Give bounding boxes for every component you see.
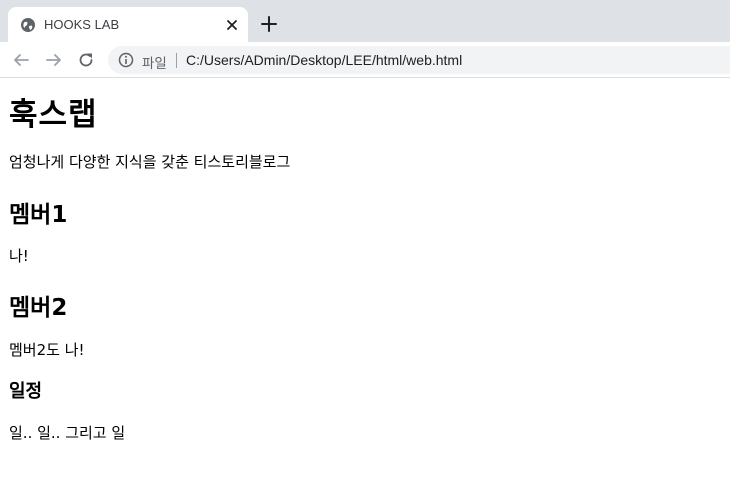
- member1-heading: 멤버1: [9, 202, 68, 228]
- intro-text: 엄청나게 다양한 지식을 갖춘 티스토리블로그: [9, 153, 291, 171]
- address-bar[interactable]: 파일 C:/Users/ADmin/Desktop/LEE/html/web.h…: [108, 46, 730, 74]
- globe-icon: [21, 18, 35, 32]
- info-icon[interactable]: [118, 52, 134, 68]
- page-title: 훅스랩: [9, 97, 98, 133]
- member2-text: 멤버2도 나!: [9, 341, 85, 359]
- close-icon[interactable]: [224, 17, 240, 33]
- schedule-text: 일.. 일.. 그리고 일: [9, 424, 126, 442]
- member2-heading: 멤버2: [9, 295, 68, 321]
- new-tab-plus-icon[interactable]: [260, 15, 278, 33]
- page-content: 훅스랩 엄청나게 다양한 지식을 갖춘 티스토리블로그 멤버1 나! 멤버2 멤…: [0, 79, 730, 494]
- tab-active[interactable]: HOOKS LAB: [8, 7, 248, 42]
- schedule-heading: 일정: [9, 381, 43, 402]
- reload-icon[interactable]: [77, 51, 95, 69]
- url-text[interactable]: C:/Users/ADmin/Desktop/LEE/html/web.html: [186, 52, 462, 68]
- browser-toolbar: 파일 C:/Users/ADmin/Desktop/LEE/html/web.h…: [0, 42, 730, 78]
- member1-text: 나!: [9, 247, 29, 265]
- tab-strip: HOOKS LAB: [0, 0, 730, 42]
- omnibox-separator: [176, 53, 177, 68]
- forward-arrow-icon[interactable]: [45, 51, 63, 69]
- back-arrow-icon[interactable]: [12, 51, 30, 69]
- tab-title: HOOKS LAB: [44, 17, 120, 32]
- file-scheme-label: 파일: [142, 56, 167, 72]
